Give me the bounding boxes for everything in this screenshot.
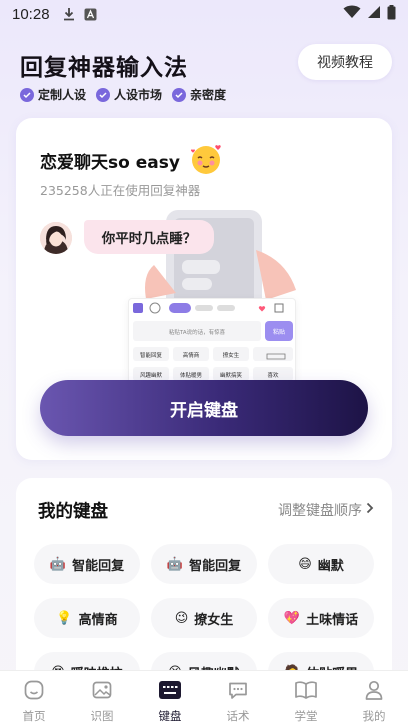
keyboard-preview-key: 幽默搞笑 — [220, 371, 243, 379]
start-keyboard-button[interactable]: 开启键盘 — [40, 380, 368, 436]
signal-icon — [367, 5, 381, 23]
user-icon — [363, 679, 385, 705]
app-title: 回复神器输入法 — [20, 55, 188, 81]
my-keyboard-title: 我的键盘 — [38, 502, 108, 522]
keyboard-chip[interactable]: 😄 幽默 — [268, 544, 374, 584]
nav-item-label: 识图 — [90, 708, 114, 723]
keyboard-preview-key: 喜欢 — [267, 371, 279, 379]
image-icon — [91, 679, 113, 705]
keyboard-preview-hint: 粘贴TA说的话，有惊喜 — [169, 328, 226, 336]
chevron-right-icon — [366, 502, 374, 518]
keyboard-icon — [158, 679, 182, 705]
feature-tag-label: 亲密度 — [190, 88, 227, 102]
wifi-icon — [343, 5, 361, 23]
book-icon — [294, 679, 318, 705]
chat-icon — [227, 679, 249, 705]
nav-item-label: 学堂 — [294, 708, 318, 723]
robot-icon: 🤖 — [49, 556, 67, 572]
grin-face-icon: 😄 — [298, 556, 312, 572]
keyboard-preview-key: 体贴暖男 — [180, 371, 202, 379]
keyboard-chip-label: 撩女生 — [194, 612, 234, 628]
check-icon — [96, 87, 111, 102]
keyboard-preview-key: 撩女生 — [223, 351, 240, 359]
keyboard-chip-label: 幽默 — [317, 558, 344, 574]
keyboard-chip-label: 智能回复 — [189, 558, 242, 574]
keyboard-chip-label: 高情商 — [78, 612, 118, 628]
nav-item-profile[interactable]: 我的 — [340, 671, 408, 727]
chat-bubble: 你平时几点睡？ — [84, 220, 214, 254]
keyboard-chip[interactable]: 💖 土味情话 — [268, 598, 374, 638]
feature-tag: 定制人设 — [20, 86, 86, 103]
wink-face-icon: 😉 — [174, 610, 189, 626]
keyboard-preview-key: 风趣幽默 — [140, 371, 163, 379]
download-icon — [62, 7, 76, 21]
nav-item-label: 话术 — [226, 708, 250, 723]
blushing-face-icon — [188, 142, 224, 180]
keyboard-chip[interactable]: 😉 撩女生 — [151, 598, 257, 638]
battery-icon — [387, 4, 396, 24]
feature-tag: 亲密度 — [172, 86, 226, 103]
home-icon — [23, 679, 45, 705]
nav-item-keyboard[interactable]: 键盘 — [136, 671, 204, 727]
feature-tags: 定制人设 人设市场 亲密度 — [20, 86, 226, 103]
keyboard-chip[interactable]: 🤖 智能回复 — [151, 544, 257, 584]
video-tutorial-button[interactable]: 视频教程 — [298, 44, 392, 80]
adjust-order-link[interactable]: 调整键盘顺序 — [278, 500, 374, 520]
nav-item-phrases[interactable]: 话术 — [204, 671, 272, 727]
nav-item-home[interactable]: 首页 — [0, 671, 68, 727]
user-count-text: 235258人正在使用回复神器 — [40, 183, 201, 198]
nav-item-label: 我的 — [362, 708, 386, 723]
feature-tag-label: 人设市场 — [114, 88, 163, 102]
hero-title: 恋爱聊天so easy — [40, 153, 180, 173]
bottom-nav: 首页 识图 键盘 话术 学堂 我的 — [0, 670, 408, 727]
keyboard-chip-label: 智能回复 — [72, 558, 125, 574]
robot-icon: 🤖 — [166, 556, 184, 572]
keyboard-chip[interactable]: 🤖 智能回复 — [34, 544, 140, 584]
nav-item-label: 首页 — [22, 708, 46, 723]
keyboard-preview-key: 智能回复 — [140, 351, 163, 359]
keyboard-chip-label: 土味情话 — [306, 612, 359, 628]
hero-card: 恋爱聊天so easy 235258人正在使用回复神器 你平时几点睡？ 粘贴TA… — [16, 118, 392, 460]
avatar — [40, 222, 72, 254]
nav-item-image-recognition[interactable]: 识图 — [68, 671, 136, 727]
nav-item-label: 键盘 — [158, 708, 182, 723]
keyboard-preview: 粘贴TA说的话，有惊喜 粘贴 智能回复 高情商 撩女生 风趣幽默 体贴暖男 幽默… — [128, 298, 296, 393]
status-bar: 10:28 — [0, 0, 408, 28]
app-notification-icon — [84, 8, 97, 21]
check-icon — [172, 87, 187, 102]
check-icon — [20, 87, 34, 102]
keyboard-preview-key: 高情商 — [183, 351, 200, 359]
adjust-order-label: 调整键盘顺序 — [278, 503, 362, 519]
nav-item-academy[interactable]: 学堂 — [272, 671, 340, 727]
heart-icon: 💖 — [283, 610, 301, 626]
lightbulb-icon: 💡 — [56, 610, 73, 626]
status-time: 10:28 — [12, 5, 50, 23]
feature-tag: 人设市场 — [96, 86, 162, 103]
feature-tag-label: 定制人设 — [38, 88, 87, 102]
keyboard-chip[interactable]: 💡 高情商 — [34, 598, 140, 638]
keyboard-preview-paste: 粘贴 — [273, 328, 285, 336]
